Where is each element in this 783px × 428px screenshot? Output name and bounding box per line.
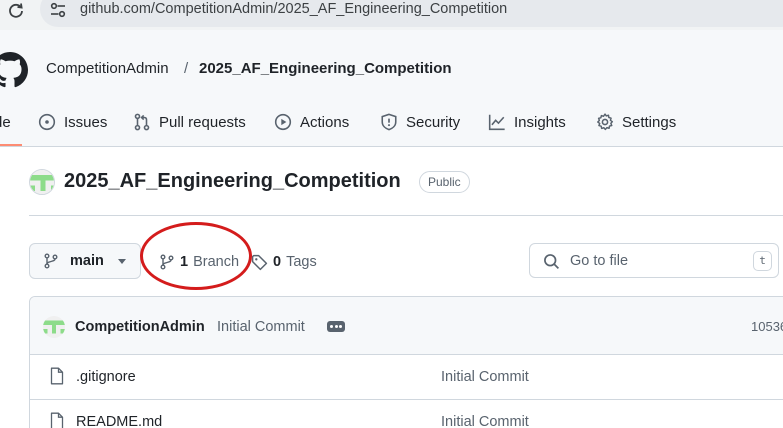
table-row[interactable]: .gitignore Initial Commit: [30, 355, 783, 400]
table-row[interactable]: README.md Initial Commit: [30, 400, 783, 428]
repo-title[interactable]: 2025_AF_Engineering_Competition: [64, 170, 401, 193]
file-icon: [50, 412, 64, 428]
search-icon: [544, 254, 560, 270]
tab-issues[interactable]: Issues: [38, 111, 107, 133]
tags-link[interactable]: 0 Tags: [251, 252, 317, 272]
go-to-file-placeholder: Go to file: [570, 253, 629, 269]
graph-icon: [488, 114, 505, 131]
reload-icon[interactable]: [6, 1, 26, 21]
tab-label: Issues: [64, 113, 108, 131]
chevron-down-icon: [118, 259, 126, 264]
tab-label: Security: [406, 113, 461, 131]
divider: [29, 215, 783, 216]
branch-select-button[interactable]: main: [29, 243, 141, 279]
visibility-badge: Public: [419, 171, 470, 193]
issue-icon: [38, 113, 56, 131]
keyboard-shortcut-hint: t: [753, 251, 772, 271]
avatar[interactable]: [43, 316, 65, 338]
gear-icon: [597, 113, 614, 131]
github-logo-icon[interactable]: [0, 52, 28, 88]
commit-author[interactable]: CompetitionAdmin: [75, 319, 205, 335]
tab-label: Settings: [622, 113, 677, 131]
tag-icon: [251, 254, 268, 270]
repo-owner-avatar[interactable]: [29, 169, 55, 195]
commit-hash[interactable]: 10536: [751, 319, 783, 334]
latest-commit-row: CompetitionAdmin Initial Commit 10536: [30, 297, 783, 355]
browser-toolbar: github.com/CompetitionAdmin/2025_AF_Engi…: [0, 0, 783, 30]
breadcrumb-repo[interactable]: 2025_AF_Engineering_Competition: [199, 60, 452, 77]
file-commit-message[interactable]: Initial Commit: [441, 414, 529, 428]
tab-pull-requests[interactable]: Pull requests: [133, 111, 246, 133]
address-bar-url[interactable]: github.com/CompetitionAdmin/2025_AF_Engi…: [80, 1, 507, 17]
identicon-icon: [43, 316, 65, 338]
tab-label: Actions: [300, 113, 350, 131]
tags-label: Tags: [286, 254, 317, 270]
tab-actions[interactable]: Actions: [274, 111, 349, 133]
shield-icon: [381, 113, 397, 131]
file-name[interactable]: .gitignore: [76, 369, 136, 385]
tab-security[interactable]: Security: [380, 111, 460, 133]
annotation-circle: [140, 222, 252, 290]
site-info-icon[interactable]: [49, 1, 67, 19]
breadcrumb-owner[interactable]: CompetitionAdmin: [46, 60, 169, 77]
breadcrumb-separator: /: [184, 60, 189, 77]
ellipsis-icon[interactable]: [327, 321, 345, 332]
tab-insights[interactable]: Insights: [488, 111, 566, 133]
file-icon: [50, 367, 64, 385]
tab-code[interactable]: de: [0, 111, 11, 133]
tab-active-indicator: [0, 144, 22, 146]
tags-count: 0: [273, 254, 282, 270]
tab-settings[interactable]: Settings: [596, 111, 676, 133]
tab-label: de: [0, 113, 11, 131]
tab-label: Insights: [514, 113, 566, 131]
commit-message[interactable]: Initial Commit: [217, 319, 305, 335]
file-list: CompetitionAdmin Initial Commit 10536 .g…: [29, 296, 783, 428]
play-icon: [274, 113, 292, 131]
tab-label: Pull requests: [159, 113, 246, 131]
file-name[interactable]: README.md: [76, 414, 162, 428]
current-branch-label: main: [70, 253, 104, 269]
go-to-file-input[interactable]: Go to file t: [529, 243, 779, 278]
branch-icon: [44, 253, 58, 269]
file-commit-message[interactable]: Initial Commit: [441, 369, 529, 385]
pull-request-icon: [134, 113, 150, 131]
identicon-icon: [30, 170, 54, 194]
